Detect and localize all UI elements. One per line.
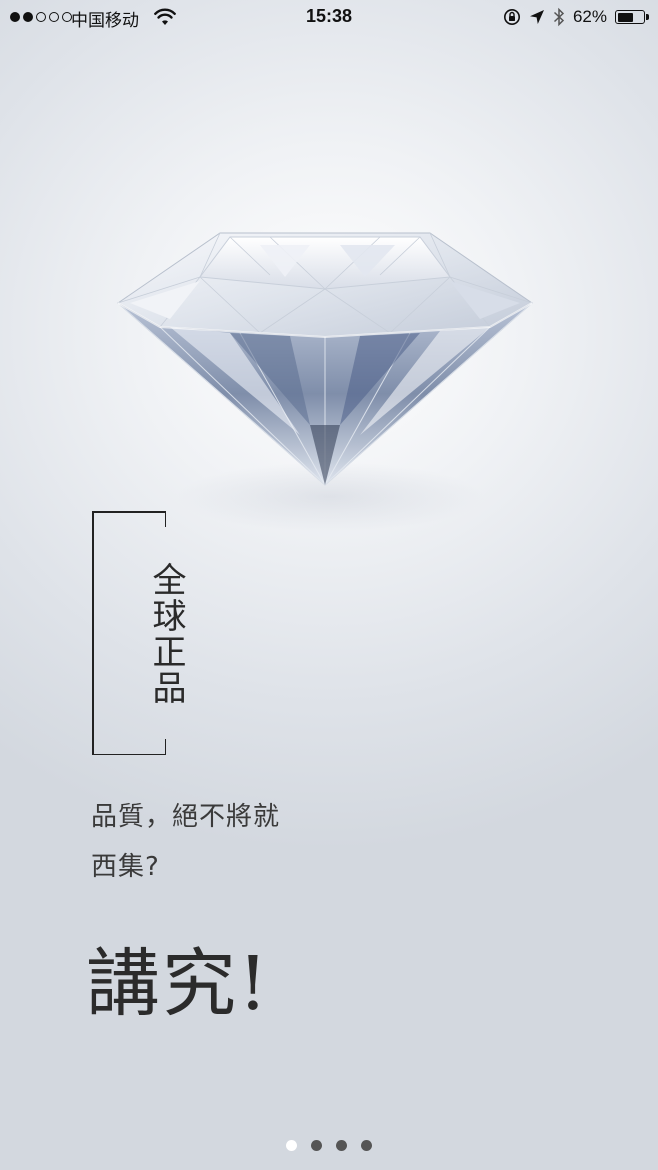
- tagline-line-2: 西集?: [91, 852, 160, 882]
- page-dot-1[interactable]: [286, 1140, 297, 1151]
- status-bar: 中国移动 15:38 62%: [0, 0, 658, 36]
- headline: 講究!: [86, 941, 270, 1027]
- page-dot-3[interactable]: [336, 1140, 347, 1151]
- diamond-image: [117, 232, 533, 486]
- battery-icon: [615, 10, 649, 24]
- orientation-lock-icon: [503, 9, 520, 25]
- battery-percent: 62%: [572, 7, 607, 26]
- tagline: 品質，絕不將就 西集?: [91, 796, 280, 896]
- vertical-label: 全球正品: [146, 562, 186, 706]
- tagline-line-1: 品質，絕不將就: [91, 802, 281, 832]
- authentic-label-box: 全球正品: [92, 511, 186, 755]
- location-arrow-icon: [529, 10, 544, 24]
- onboarding-screen[interactable]: 中国移动 15:38 62% 全球正品 品質，絕不將就 西集? 講究!: [0, 0, 658, 1170]
- battery-level-fill: [617, 12, 633, 22]
- bluetooth-icon: [553, 7, 565, 27]
- page-dot-4[interactable]: [361, 1140, 372, 1151]
- page-indicator[interactable]: [0, 1140, 658, 1151]
- page-dot-2[interactable]: [311, 1140, 322, 1151]
